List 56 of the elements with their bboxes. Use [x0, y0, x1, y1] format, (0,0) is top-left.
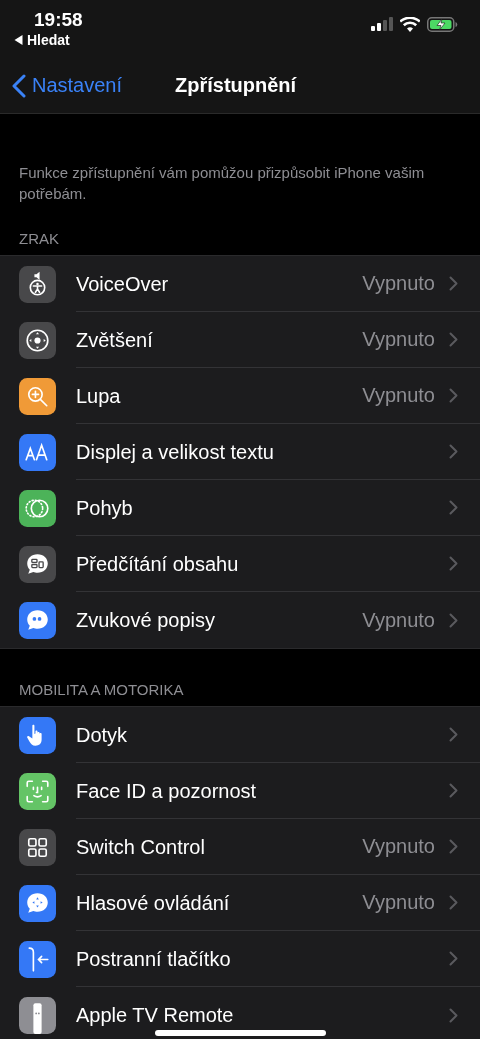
chevron-icon — [449, 783, 458, 798]
row-value: Vypnuto — [362, 835, 435, 858]
settings-row[interactable]: Switch Control Vypnuto — [0, 819, 480, 875]
back-button[interactable]: Nastavení — [0, 73, 123, 98]
row-value: Vypnuto — [362, 272, 435, 295]
signal-icon — [371, 17, 393, 31]
page-title: Zpřístupnění — [175, 74, 297, 97]
back-chevron-icon — [12, 73, 26, 98]
row-value: Vypnuto — [362, 384, 435, 407]
chevron-icon — [449, 444, 458, 459]
settings-row[interactable]: Face ID a pozornost — [0, 763, 480, 819]
status-time: 19:58 — [33, 8, 83, 32]
wifi-icon — [400, 16, 420, 32]
chevron-icon — [449, 556, 458, 571]
settings-row[interactable]: Lupa Vypnuto — [0, 368, 480, 424]
chevron-icon — [449, 388, 458, 403]
row-label: Apple TV Remote — [76, 1004, 234, 1026]
row-label: Dotyk — [76, 723, 128, 746]
chevron-icon — [449, 727, 458, 742]
row-label: Postranní tlačítko — [76, 947, 231, 970]
settings-row[interactable]: Dotyk — [0, 707, 480, 763]
settings-row[interactable]: Displej a velikost textu — [0, 424, 480, 480]
chevron-icon — [449, 276, 458, 291]
settings-row[interactable]: VoiceOver Vypnuto — [0, 256, 480, 312]
settings-row[interactable]: Pohyb — [0, 480, 480, 536]
battery-charging-icon — [427, 16, 458, 32]
chevron-icon — [449, 951, 458, 966]
row-value: Vypnuto — [362, 328, 435, 351]
settings-row[interactable]: Zvětšení Vypnuto — [0, 312, 480, 368]
chevron-icon — [449, 500, 458, 515]
row-label: Switch Control — [76, 835, 205, 858]
settings-row[interactable]: Postranní tlačítko — [0, 931, 480, 987]
row-label: Zvukové popisy — [76, 609, 215, 631]
chevron-icon — [449, 332, 458, 347]
row-label: Displej a velikost textu — [76, 440, 274, 463]
row-label: Pohyb — [76, 496, 133, 519]
row-label: Face ID a pozornost — [76, 779, 257, 802]
row-label: Lupa — [76, 384, 121, 407]
settings-row[interactable]: Zvukové popisy Vypnuto — [0, 592, 480, 648]
chevron-icon — [449, 612, 458, 628]
settings-row[interactable]: Hlasové ovládání Vypnuto — [0, 875, 480, 931]
row-label: Předčítání obsahu — [76, 552, 239, 575]
row-value: Vypnuto — [362, 608, 435, 632]
description-text: Funkce zpřístupnění vám pomůžou přizpůsobit iPhone vašim potřebám. — [18, 163, 426, 204]
chevron-icon — [449, 839, 458, 854]
row-label: Hlasové ovládání — [76, 891, 230, 914]
section-header: ZRAK — [18, 229, 60, 249]
back-to-app-link[interactable]: Hledat — [14, 32, 83, 48]
row-label: VoiceOver — [76, 272, 169, 295]
section-header: MOBILITA A MOTORIKA — [18, 680, 185, 700]
row-label: Zvětšení — [76, 328, 153, 351]
back-triangle-icon — [14, 35, 23, 45]
settings-row[interactable]: Předčítání obsahu — [0, 536, 480, 592]
chevron-icon — [449, 1007, 458, 1023]
chevron-icon — [449, 895, 458, 910]
row-value: Vypnuto — [362, 891, 435, 914]
